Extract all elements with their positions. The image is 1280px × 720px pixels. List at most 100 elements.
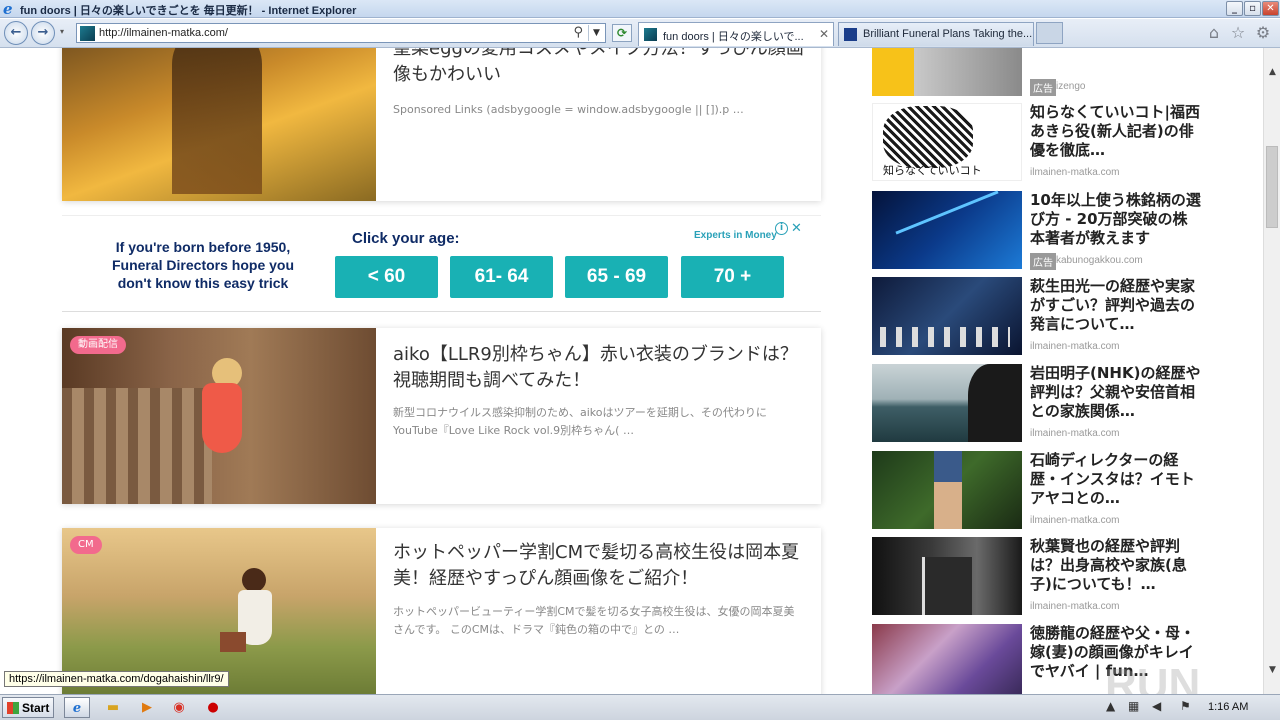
sidebar-thumbnail[interactable] [872, 537, 1022, 615]
sidebar-title[interactable]: 秋葉賢也の経歴や評判は？出身高校や家族(息子)についても！… [1030, 537, 1202, 594]
article-thumbnail[interactable] [62, 328, 376, 504]
hair-shape [968, 364, 1022, 442]
funeral-ad-banner[interactable]: If you're born before 1950, Funeral Dire… [62, 215, 821, 312]
article-thumbnail[interactable] [62, 48, 376, 201]
category-tag[interactable]: CM [70, 536, 102, 554]
ad-close-icon[interactable]: ✕ [791, 221, 802, 236]
article-card[interactable]: 動画配信 aiko【LLR9別枠ちゃん】赤い衣装のブランドは？視聴期間も調べてみ… [62, 328, 821, 504]
sidebar-thumbnail[interactable] [872, 364, 1022, 442]
sidebar-item[interactable]: 萩生田光一の経歴や実家がすごい？評判や過去の発言について… ilmainen-m… [872, 277, 1202, 357]
article-thumbnail[interactable] [62, 528, 376, 694]
age-button-61-64[interactable]: 61- 64 [450, 256, 553, 298]
tray-volume-icon[interactable]: ◀ [1152, 699, 1161, 713]
scrollbar-thumb[interactable] [1266, 146, 1278, 228]
chart-line-shape [895, 190, 999, 235]
sidebar-item[interactable]: 岩田明子(NHK)の経歴や評判は？父親や安倍首相との家族関係… ilmainen… [872, 364, 1202, 444]
search-icon[interactable]: ⚲ [573, 25, 583, 40]
sidebar-thumbnail[interactable] [872, 277, 1022, 355]
sidebar-item-ad[interactable]: 広告 izengo [872, 48, 1202, 96]
status-url-tooltip: https://ilmainen-matka.com/dogahaishin/l… [4, 671, 229, 687]
history-dropdown-icon[interactable]: ▾ [60, 27, 64, 36]
sidebar-thumbnail[interactable] [872, 624, 1022, 694]
chess-pieces-shape [880, 327, 1010, 347]
start-label: Start [22, 701, 50, 715]
close-button[interactable]: ✕ [1262, 1, 1279, 16]
sidebar-title[interactable]: 萩生田光一の経歴や実家がすごい？評判や過去の発言について… [1030, 277, 1202, 334]
age-button-under-60[interactable]: < 60 [335, 256, 438, 298]
tray-show-hidden-icon[interactable]: ▲ [1106, 699, 1115, 713]
fence-shape [62, 388, 212, 504]
address-dropdown-icon[interactable]: ▼ [588, 25, 604, 41]
ad-label: 広告 [1030, 79, 1056, 96]
article-card[interactable]: 聖菜eggの愛用コスメやメイク方法！すっぴん顔画像もかわいい Sponsored… [62, 48, 821, 201]
vertical-scrollbar[interactable]: ▲ ▼ [1263, 48, 1280, 694]
article-excerpt: Sponsored Links (adsbygoogle = window.ad… [393, 103, 744, 116]
back-button[interactable]: ← [4, 21, 28, 45]
sidebar-thumbnail[interactable] [872, 190, 1022, 269]
sidebar-source: ilmainen-matka.com [1030, 167, 1120, 178]
sidebar-source: ilmainen-matka.com [1030, 515, 1120, 526]
sidebar-thumbnail[interactable]: 知らなくていいコト [872, 103, 1022, 181]
home-icon[interactable]: ⌂ [1205, 24, 1223, 42]
browser-nav-bar: ← → ▾ http://ilmainen-matka.com/ ⚲ ▼ ⟳ f… [0, 19, 1280, 48]
sidebar-item[interactable]: 秋葉賢也の経歴や評判は？出身高校や家族(息子)についても！… ilmainen-… [872, 537, 1202, 617]
sidebar-thumbnail[interactable] [872, 451, 1022, 529]
tab-label: Brilliant Funeral Plans Taking the... [863, 28, 1033, 40]
address-url[interactable]: http://ilmainen-matka.com/ [99, 27, 228, 39]
taskbar-alert-icon[interactable]: ● [200, 697, 226, 718]
window-title-bar: e fun doors | 日々の楽しいできごとを 毎日更新！ - Intern… [0, 0, 1280, 18]
restore-button[interactable]: ▫ [1244, 1, 1261, 16]
sidebar-source: ilmainen-matka.com [1030, 601, 1120, 612]
windows-logo-icon [7, 702, 19, 714]
sidebar-item-ad[interactable]: 10年以上使う株銘柄の選び方 - 20万部突破の株本著者が教えます 広告 kab… [872, 190, 1202, 271]
taskbar-folder-icon[interactable]: ▬ [100, 697, 126, 718]
ad-cta: Click your age: [352, 230, 460, 247]
ad-label: 広告 [1030, 253, 1056, 270]
tab-close-icon[interactable]: ✕ [819, 27, 829, 41]
sidebar-title[interactable]: 知らなくていいコト|福西あきら役(新人記者)の俳優を徹底… [1030, 103, 1202, 160]
refresh-button[interactable]: ⟳ [612, 24, 632, 42]
address-bar[interactable]: http://ilmainen-matka.com/ ⚲ ▼ [76, 23, 606, 43]
sidebar-item[interactable]: 石崎ディレクターの経歴・インスタは？イモトアヤコとの… ilmainen-mat… [872, 451, 1202, 531]
article-title[interactable]: ホットペッパー学割CMで髪切る高校生役は岡本夏美！経歴やすっぴん顔画像をご紹介！ [393, 540, 805, 592]
sidebar-source: ilmainen-matka.com [1030, 341, 1120, 352]
scroll-up-icon[interactable]: ▲ [1264, 64, 1280, 81]
taskbar-chrome-icon[interactable]: ◉ [166, 697, 192, 718]
article-card[interactable]: CM ホットペッパー学割CMで髪切る高校生役は岡本夏美！経歴やすっぴん顔画像をご… [62, 528, 821, 694]
scroll-down-icon[interactable]: ▼ [1264, 662, 1280, 679]
tray-flag-icon[interactable]: ⚑ [1180, 699, 1191, 713]
suit-shape [922, 557, 972, 615]
tray-network-icon[interactable]: ▦ [1128, 699, 1139, 713]
forward-button[interactable]: → [31, 21, 55, 45]
window-title: fun doors | 日々の楽しいできごとを 毎日更新！ - Internet… [20, 5, 357, 17]
article-title[interactable]: 聖菜eggの愛用コスメやメイク方法！すっぴん顔画像もかわいい [393, 48, 805, 88]
taskbar-ie-icon[interactable]: e [64, 697, 90, 718]
clock[interactable]: 1:16 AM [1208, 701, 1248, 713]
sidebar-title[interactable]: 石崎ディレクターの経歴・インスタは？イモトアヤコとの… [1030, 451, 1202, 508]
age-button-70-plus[interactable]: 70 + [681, 256, 784, 298]
ad-info-icon[interactable]: i [775, 222, 788, 235]
category-tag[interactable]: 動画配信 [70, 336, 126, 354]
site-favicon [844, 28, 857, 41]
tab-funeral-plans[interactable]: Brilliant Funeral Plans Taking the... [838, 22, 1034, 46]
new-tab-button[interactable] [1036, 22, 1063, 44]
article-title[interactable]: aiko【LLR9別枠ちゃん】赤い衣装のブランドは？視聴期間も調べてみた！ [393, 342, 805, 394]
start-button[interactable]: Start [2, 697, 54, 718]
sidebar-title[interactable]: 10年以上使う株銘柄の選び方 - 20万部突破の株本著者が教えます [1030, 191, 1202, 248]
page-viewport: 聖菜eggの愛用コスメやメイク方法！すっぴん顔画像もかわいい Sponsored… [0, 48, 1263, 694]
ad-brand-logo: Experts in Money [694, 230, 777, 241]
ad-text[interactable]: If you're born before 1950, Funeral Dire… [98, 238, 308, 292]
age-button-65-69[interactable]: 65 - 69 [565, 256, 668, 298]
article-excerpt: 新型コロナウイルス感染抑制のため、aikoはツアーを延期し、その代わりにYouT… [393, 406, 767, 437]
tab-fun-doors[interactable]: fun doors | 日々の楽しいで... ✕ [638, 22, 834, 46]
gear-icon[interactable]: ⚙ [1254, 24, 1272, 42]
site-favicon [80, 26, 95, 41]
sidebar-thumbnail[interactable] [872, 48, 1022, 96]
sidebar-item[interactable]: 知らなくていいコト 知らなくていいコト|福西あきら役(新人記者)の俳優を徹底… … [872, 103, 1202, 183]
taskbar: Start e ▬ ▶ ◉ ● ▲ ▦ ◀ ⚑ 1:16 AM [0, 694, 1280, 720]
taskbar-media-player-icon[interactable]: ▶ [134, 697, 160, 718]
minimize-button[interactable]: _ [1226, 1, 1243, 16]
sidebar-title[interactable]: 岩田明子(NHK)の経歴や評判は？父親や安倍首相との家族関係… [1030, 364, 1202, 421]
favorites-star-icon[interactable]: ☆ [1229, 24, 1247, 42]
hair-shape [172, 48, 262, 194]
